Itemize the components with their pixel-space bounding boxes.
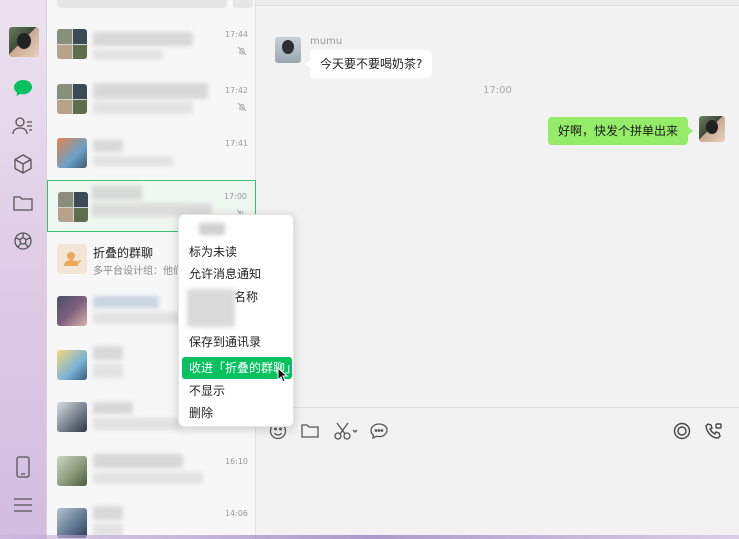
mute-icon: [237, 102, 247, 112]
input-divider: [256, 407, 739, 408]
mouse-cursor-icon: [277, 367, 289, 383]
sender-name: mumu: [310, 36, 343, 47]
group-avatar: [57, 84, 87, 114]
contact-avatar: [57, 456, 87, 486]
sender-avatar[interactable]: [275, 37, 301, 63]
menu-item-delete[interactable]: 删除: [182, 402, 292, 424]
chat-time: 16:10: [224, 457, 248, 466]
moments-icon[interactable]: [12, 230, 34, 252]
record-icon[interactable]: [672, 421, 692, 441]
add-button[interactable]: [233, 0, 253, 8]
chat-time: 17:44: [224, 30, 248, 39]
sidebar-rail: [0, 0, 47, 539]
contact-avatar: [57, 350, 87, 380]
menu-item-fold-group[interactable]: 收进「折叠的群聊」: [182, 357, 292, 379]
menu-item-mark-unread[interactable]: 标为未读: [182, 241, 292, 263]
incoming-message[interactable]: 今天要不要喝奶茶?: [304, 50, 433, 78]
scissors-icon[interactable]: [333, 421, 361, 441]
outgoing-message[interactable]: 好啊，快发个拼单出来: [547, 117, 694, 145]
user-avatar[interactable]: [9, 27, 39, 57]
mute-icon: [237, 46, 247, 56]
folded-group-avatar: [57, 244, 87, 274]
self-avatar[interactable]: [699, 116, 725, 142]
contact-avatar: [57, 138, 87, 168]
contact-avatar: [57, 296, 87, 326]
chat-time: 17:00: [223, 192, 247, 201]
pane-header: [256, 0, 739, 6]
phone-icon[interactable]: [12, 456, 34, 478]
menu-item-hide[interactable]: 不显示: [182, 380, 292, 402]
box-icon[interactable]: [12, 153, 34, 175]
chat-row[interactable]: 17:44: [47, 24, 256, 76]
menu-item-save-to-contacts[interactable]: 保存到通讯录: [182, 331, 292, 353]
chat-icon[interactable]: [12, 77, 34, 99]
contact-avatar: [57, 508, 87, 538]
context-menu: 标为未读 允许消息通知 名称 保存到通讯录 收进「折叠的群聊」 不显示 删除: [178, 214, 294, 427]
chat-row[interactable]: 14:06: [47, 498, 256, 539]
chat-time: 17:41: [224, 139, 248, 148]
chat-row[interactable]: 16:10: [47, 446, 256, 498]
video-call-icon[interactable]: [704, 421, 724, 441]
folded-group-title[interactable]: 折叠的群聊: [93, 244, 153, 261]
chat-time: 14:06: [224, 509, 248, 518]
chat-row[interactable]: 17:41: [47, 130, 256, 182]
contacts-icon[interactable]: [12, 115, 34, 137]
chat-bubble-icon[interactable]: [369, 421, 389, 441]
group-avatar: [58, 192, 88, 222]
chat-time: 17:42: [224, 86, 248, 95]
contact-avatar: [57, 402, 87, 432]
group-avatar: [57, 29, 87, 59]
window-edge: [0, 535, 739, 539]
chat-row[interactable]: 17:42: [47, 78, 256, 130]
search-input[interactable]: [57, 0, 227, 8]
folder-icon[interactable]: [300, 421, 320, 441]
menu-item-allow-notifications[interactable]: 允许消息通知: [182, 263, 292, 285]
folded-group-preview: 多平台设计组：他们: [93, 266, 183, 277]
folder-icon[interactable]: [12, 192, 34, 214]
chat-pane: mumu 今天要不要喝奶茶? 17:00 好啊，快发个拼单出来: [256, 0, 739, 539]
folded-group-icon: [64, 252, 81, 266]
message-timestamp: 17:00: [483, 85, 512, 96]
wechat-window: 17:44 17:42 17:41 17:00 折叠的群聊 多平台设计组：他们 …: [0, 0, 739, 539]
menu-icon[interactable]: [12, 494, 34, 516]
